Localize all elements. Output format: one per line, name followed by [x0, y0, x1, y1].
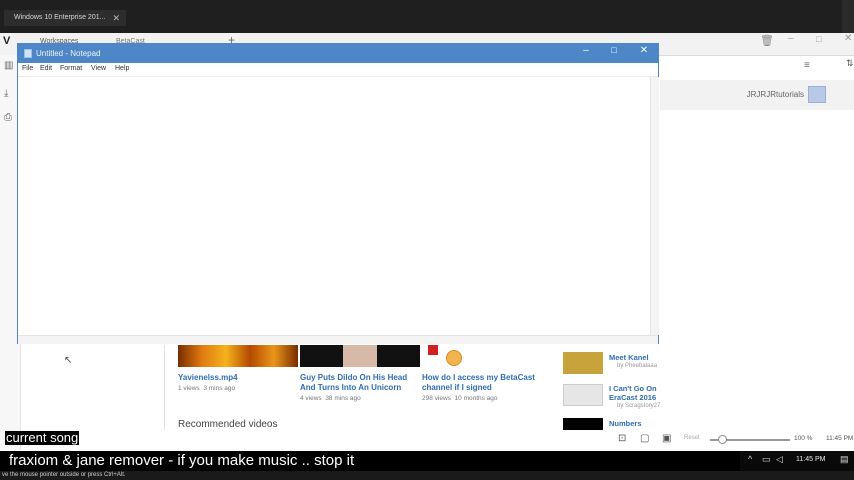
- chevron-up-icon[interactable]: ^: [748, 454, 752, 464]
- notepad-icon: [24, 49, 32, 58]
- username-label[interactable]: JRJRJRtutorials: [730, 90, 804, 99]
- menu-format[interactable]: Format: [60, 65, 82, 72]
- zoom-slider-handle[interactable]: [717, 435, 727, 444]
- side-video-thumbnail[interactable]: [563, 352, 603, 374]
- video-thumbnail-image: [343, 345, 377, 367]
- minimize-icon[interactable]: –: [788, 33, 794, 44]
- tiling-icon[interactable]: ▢: [640, 433, 649, 444]
- video-time: 3 mins ago: [203, 385, 236, 392]
- video-thumbnail[interactable]: [178, 345, 298, 367]
- recommended-videos-heading: Recommended videos: [178, 419, 278, 430]
- taskbar-clock: 11:45 PM: [796, 456, 826, 463]
- images-icon[interactable]: ▣: [662, 433, 671, 444]
- content-left-column: [22, 345, 165, 430]
- video-thumbnail[interactable]: [422, 345, 542, 367]
- vm-status-strip: [0, 471, 854, 480]
- vm-title-bar: [0, 0, 854, 33]
- clock: 11:45 PM: [826, 435, 854, 442]
- side-video-title[interactable]: Numbers: [609, 419, 669, 428]
- browser-logo-icon[interactable]: V: [3, 35, 15, 47]
- menu-icon[interactable]: ≡: [804, 60, 810, 71]
- side-video-thumbnail[interactable]: [563, 384, 603, 406]
- current-song-title: fraxiom & jane remover - if you make mus…: [9, 452, 355, 469]
- close-button[interactable]: ✕: [636, 45, 652, 56]
- video-title-link[interactable]: How do I access my BetaCast channel if I…: [422, 373, 540, 393]
- volume-icon[interactable]: ◁: [776, 454, 783, 465]
- download-icon[interactable]: ⤓: [4, 88, 8, 99]
- notification-icon[interactable]: ▤: [840, 454, 849, 465]
- scroll-arrow-icon[interactable]: ⇅: [846, 58, 854, 69]
- video-meta: 1 views 3 mins ago: [178, 385, 235, 392]
- video-meta: 298 views 10 months ago: [422, 395, 498, 402]
- flag-icon: [428, 345, 438, 355]
- video-views: 4 views: [300, 395, 322, 402]
- video-meta: 4 views 38 mins ago: [300, 395, 361, 402]
- side-video-author: by Scragstory27: [617, 403, 661, 409]
- notepad-title-bar[interactable]: Untitled - Notepad – □ ✕: [18, 44, 658, 63]
- vertical-scrollbar[interactable]: [650, 77, 659, 335]
- vm-status-text: ve the mouse pointer outside or press Ct…: [2, 472, 126, 478]
- notepad-text-area[interactable]: [20, 77, 650, 335]
- video-time: 38 mins ago: [325, 395, 361, 402]
- menu-file[interactable]: File: [22, 65, 33, 72]
- zoom-level: 100 %: [794, 435, 813, 442]
- history-icon[interactable]: ⎙: [4, 112, 12, 123]
- video-views: 1 views: [178, 385, 200, 392]
- trash-icon[interactable]: 🗑: [760, 34, 774, 47]
- vm-title-bar-edge: [842, 0, 854, 33]
- current-song-label: current song: [5, 430, 80, 445]
- side-video-author: by Pheebalaaa: [617, 363, 658, 369]
- mouse-pointer-icon: ↖: [64, 355, 73, 366]
- video-title-link[interactable]: Yavienelss.mp4: [178, 373, 296, 383]
- network-icon[interactable]: ▭: [762, 454, 771, 465]
- close-window-icon[interactable]: ✕: [844, 33, 852, 44]
- close-icon[interactable]: ✕: [112, 10, 120, 26]
- vm-tab[interactable]: Windows 10 Enterprise 201... ✕: [4, 10, 126, 26]
- side-video-thumbnail[interactable]: [563, 418, 603, 430]
- avatar[interactable]: [808, 86, 826, 103]
- zoom-reset-button[interactable]: Reset: [684, 435, 700, 441]
- menu-view[interactable]: View: [91, 65, 106, 72]
- side-video-title[interactable]: Meet Kanel: [609, 353, 669, 362]
- video-time: 10 months ago: [454, 395, 498, 402]
- video-views: 298 views: [422, 395, 451, 402]
- notepad-window: Untitled - Notepad – □ ✕ File Edit Forma…: [17, 43, 659, 344]
- vm-tab-title: Windows 10 Enterprise 201...: [14, 14, 106, 21]
- side-video-title[interactable]: I Can't Go On EraCast 2016: [609, 384, 669, 402]
- maximize-button[interactable]: □: [606, 45, 622, 55]
- capture-icon[interactable]: ⊡: [618, 433, 626, 444]
- maximize-icon[interactable]: □: [816, 34, 821, 44]
- notepad-menu-bar: File Edit Format View Help: [18, 63, 658, 77]
- notepad-title: Untitled - Notepad: [36, 49, 101, 58]
- panel-icon[interactable]: ▥: [4, 60, 13, 71]
- menu-help[interactable]: Help: [115, 65, 129, 72]
- emoji-icon: [446, 350, 462, 366]
- menu-edit[interactable]: Edit: [40, 65, 52, 72]
- video-title-link[interactable]: Guy Puts Dildo On His Head And Turns Int…: [300, 373, 416, 393]
- horizontal-scrollbar[interactable]: [18, 335, 658, 344]
- minimize-button[interactable]: –: [578, 45, 594, 56]
